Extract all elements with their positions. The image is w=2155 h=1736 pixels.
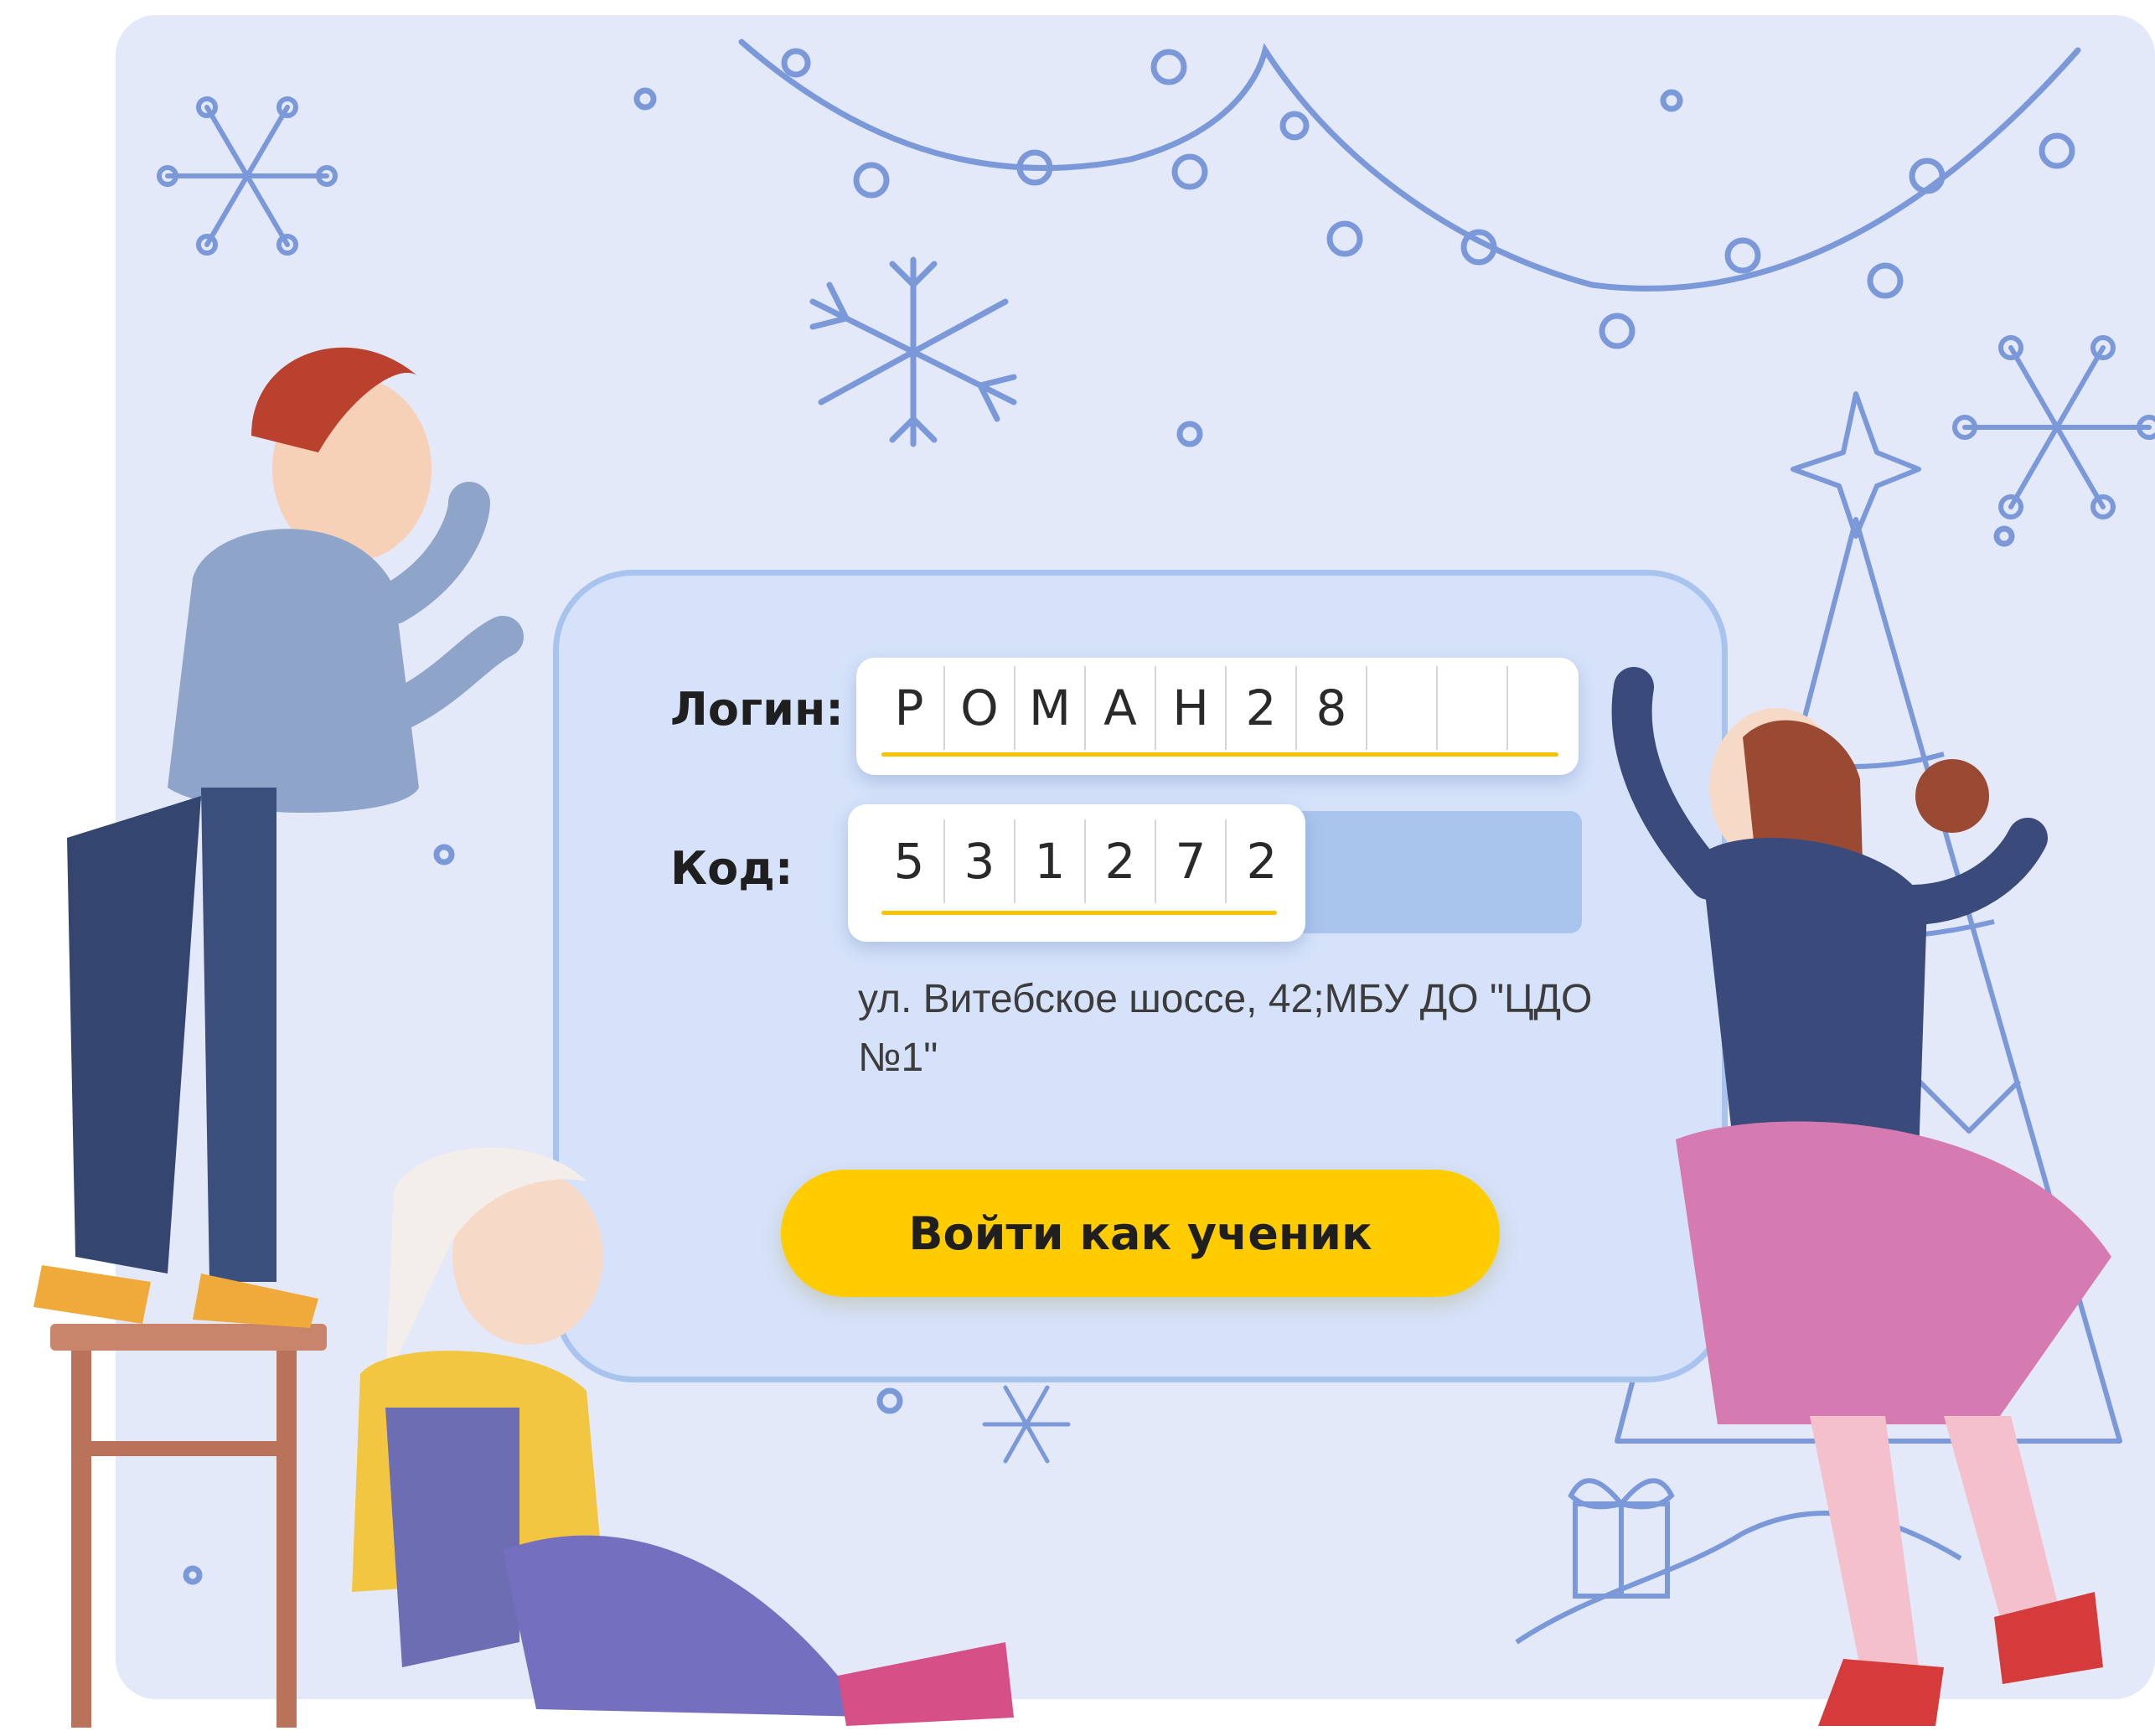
login-char-cell[interactable] [1508,666,1579,750]
code-digit-cell[interactable]: 3 [945,819,1015,903]
code-digit-cell[interactable]: 5 [875,819,945,903]
login-char-cell[interactable]: 2 [1227,666,1297,750]
school-address: ул. Витебское шоссе, 42;МБУ ДО "ЦДО №1" [858,970,1612,1088]
code-label: Код: [670,842,793,895]
login-char-cell[interactable]: М [1015,666,1086,750]
login-label: Логин: [670,683,844,736]
code-underline [881,911,1277,915]
code-digit-cell[interactable]: 2 [1086,819,1156,903]
login-char-cell[interactable]: Н [1156,666,1227,750]
snowflake-icon [809,256,1017,447]
snowflake-icon [982,1385,1071,1464]
code-field-track [1257,811,1582,933]
login-char-cell[interactable]: 8 [1297,666,1367,750]
code-digit-cell[interactable]: 1 [1015,819,1086,903]
login-as-student-button[interactable]: Войти как ученик [781,1170,1500,1297]
login-char-cell[interactable]: А [1086,666,1156,750]
snowflake-icon [1952,335,2155,519]
code-input[interactable]: 5 3 1 2 7 2 [875,819,1297,903]
login-input[interactable]: Р О М А Н 2 8 [875,666,1579,750]
login-underline [881,752,1558,757]
code-digit-cell[interactable]: 2 [1227,819,1297,903]
login-char-cell[interactable]: О [945,666,1015,750]
snowflake-icon [157,96,338,256]
login-screen: Логин: Р О М А Н 2 8 Код: 5 3 1 2 7 2 ул… [0,0,2155,1736]
code-digit-cell[interactable]: 7 [1156,819,1227,903]
garland-icon [738,39,2081,292]
login-char-cell[interactable] [1438,666,1508,750]
login-char-cell[interactable] [1367,666,1438,750]
login-char-cell[interactable]: Р [875,666,945,750]
address-line: ул. Витебское шоссе, 42;МБУ ДО "ЦДО [858,977,1593,1021]
address-line: №1" [858,1036,938,1080]
gift-icon [1568,1478,1675,1599]
